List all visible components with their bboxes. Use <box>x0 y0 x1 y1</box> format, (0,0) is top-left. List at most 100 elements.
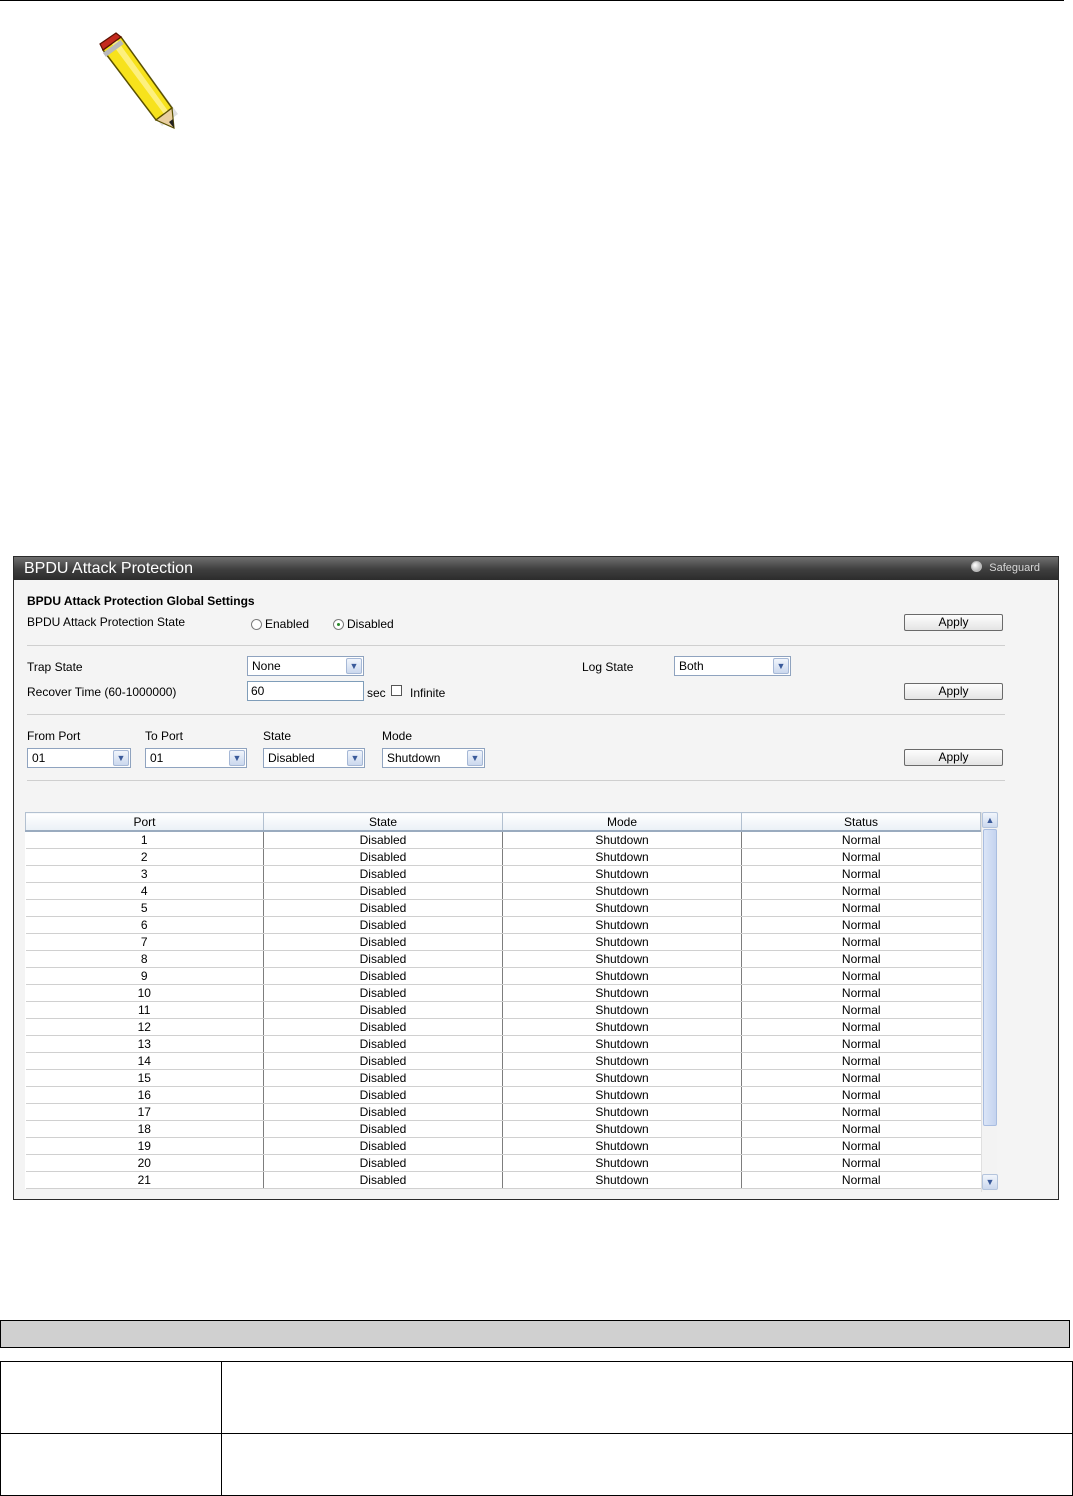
log-state-label: Log State <box>582 660 634 674</box>
table-row[interactable]: 16 Disabled Shutdown Normal <box>25 1086 981 1104</box>
cell-status: Normal <box>741 1120 981 1138</box>
cell-port: 7 <box>25 933 264 951</box>
top-rule <box>0 0 1064 1</box>
cell-mode: Shutdown <box>502 1001 742 1019</box>
table-row[interactable]: 3 Disabled Shutdown Normal <box>25 865 981 883</box>
parameter-description-table <box>0 1361 1073 1496</box>
cell-mode: Shutdown <box>502 984 742 1002</box>
table-row[interactable]: 11 Disabled Shutdown Normal <box>25 1001 981 1019</box>
cell-port: 10 <box>25 984 264 1002</box>
bpdu-attack-protection-window: BPDU Attack Protection Safeguard BPDU At… <box>13 556 1059 1200</box>
table-row[interactable]: 12 Disabled Shutdown Normal <box>25 1018 981 1036</box>
state-select[interactable]: Disabled ▼ <box>263 748 365 768</box>
to-port-select[interactable]: 01 ▼ <box>145 748 247 768</box>
cell-port: 15 <box>25 1069 264 1087</box>
cell-port: 14 <box>25 1052 264 1070</box>
safeguard-indicator[interactable]: Safeguard <box>971 557 1040 580</box>
chevron-down-icon[interactable]: ▼ <box>982 1174 998 1190</box>
table-row[interactable]: 2 Disabled Shutdown Normal <box>25 848 981 866</box>
cell-state: Disabled <box>263 916 503 934</box>
parameter-name-cell <box>0 1361 222 1434</box>
chevron-down-icon[interactable]: ▼ <box>229 750 245 766</box>
cell-status: Normal <box>741 967 981 985</box>
column-header-state[interactable]: State <box>263 812 503 832</box>
cell-state: Disabled <box>263 984 503 1002</box>
scrollbar-thumb[interactable] <box>983 829 997 1126</box>
disabled-radio[interactable]: Disabled <box>333 617 394 631</box>
from-port-select[interactable]: 01 ▼ <box>27 748 131 768</box>
cell-state: Disabled <box>263 1035 503 1053</box>
port-apply-button[interactable]: Apply <box>904 749 1003 766</box>
table-row[interactable]: 19 Disabled Shutdown Normal <box>25 1137 981 1155</box>
disabled-radio-button[interactable] <box>333 619 344 630</box>
column-header-mode[interactable]: Mode <box>502 812 742 832</box>
infinite-label: Infinite <box>410 686 446 700</box>
table-row[interactable]: 21 Disabled Shutdown Normal <box>25 1171 981 1189</box>
cell-status: Normal <box>741 984 981 1002</box>
table-row[interactable]: 17 Disabled Shutdown Normal <box>25 1103 981 1121</box>
cell-mode: Shutdown <box>502 899 742 917</box>
chevron-down-icon[interactable]: ▼ <box>347 750 363 766</box>
cell-port: 20 <box>25 1154 264 1172</box>
cell-mode: Shutdown <box>502 1052 742 1070</box>
chevron-down-icon[interactable]: ▼ <box>773 658 789 674</box>
log-state-select[interactable]: Both ▼ <box>674 656 791 676</box>
cell-status: Normal <box>741 933 981 951</box>
table-row[interactable]: 6 Disabled Shutdown Normal <box>25 916 981 934</box>
chevron-down-icon[interactable]: ▼ <box>113 750 129 766</box>
chevron-down-icon[interactable]: ▼ <box>467 750 483 766</box>
table-row[interactable]: 20 Disabled Shutdown Normal <box>25 1154 981 1172</box>
recover-time-input[interactable]: 60 <box>247 681 364 701</box>
cell-state: Disabled <box>263 1103 503 1121</box>
cell-status: Normal <box>741 882 981 900</box>
infinite-checkbox[interactable] <box>391 685 402 696</box>
cell-mode: Shutdown <box>502 1069 742 1087</box>
column-header-port[interactable]: Port <box>25 812 264 832</box>
chevron-up-icon[interactable]: ▲ <box>982 812 998 828</box>
enabled-radio-label: Enabled <box>265 617 310 631</box>
mode-label: Mode <box>382 729 413 743</box>
cell-mode: Shutdown <box>502 967 742 985</box>
cell-mode: Shutdown <box>502 831 742 849</box>
global-apply-button[interactable]: Apply <box>904 614 1003 631</box>
cell-mode: Shutdown <box>502 882 742 900</box>
trap-state-label: Trap State <box>27 660 83 674</box>
cell-state: Disabled <box>263 1120 503 1138</box>
table-row[interactable]: 1 Disabled Shutdown Normal <box>25 831 981 849</box>
table-row[interactable]: 8 Disabled Shutdown Normal <box>25 950 981 968</box>
trap-apply-button[interactable]: Apply <box>904 683 1003 700</box>
table-row[interactable]: 10 Disabled Shutdown Normal <box>25 984 981 1002</box>
table-scrollbar[interactable]: ▲ ▼ <box>981 812 998 1192</box>
table-row[interactable]: 15 Disabled Shutdown Normal <box>25 1069 981 1087</box>
table-row[interactable]: 13 Disabled Shutdown Normal <box>25 1035 981 1053</box>
sec-unit-label: sec <box>367 686 386 700</box>
cell-port: 3 <box>25 865 264 883</box>
cell-mode: Shutdown <box>502 1137 742 1155</box>
table-row[interactable]: 9 Disabled Shutdown Normal <box>25 967 981 985</box>
column-header-status[interactable]: Status <box>741 812 981 832</box>
cell-state: Disabled <box>263 831 503 849</box>
table-row[interactable]: 4 Disabled Shutdown Normal <box>25 882 981 900</box>
cell-state: Disabled <box>263 1137 503 1155</box>
table-row[interactable]: 18 Disabled Shutdown Normal <box>25 1120 981 1138</box>
cell-port: 6 <box>25 916 264 934</box>
table-row[interactable]: 5 Disabled Shutdown Normal <box>25 899 981 917</box>
parameter-table-header <box>0 1320 1070 1348</box>
table-header-row: Port State Mode Status <box>25 812 981 832</box>
parameter-description-cell <box>221 1433 1073 1496</box>
cell-port: 17 <box>25 1103 264 1121</box>
cell-port: 8 <box>25 950 264 968</box>
enabled-radio-button[interactable] <box>251 619 262 630</box>
trap-state-select[interactable]: None ▼ <box>247 656 364 676</box>
mode-select[interactable]: Shutdown ▼ <box>382 748 485 768</box>
table-row[interactable]: 7 Disabled Shutdown Normal <box>25 933 981 951</box>
cell-status: Normal <box>741 848 981 866</box>
cell-state: Disabled <box>263 1018 503 1036</box>
table-row[interactable]: 14 Disabled Shutdown Normal <box>25 1052 981 1070</box>
cell-port: 5 <box>25 899 264 917</box>
cell-port: 19 <box>25 1137 264 1155</box>
divider <box>27 714 1005 715</box>
cell-mode: Shutdown <box>502 916 742 934</box>
enabled-radio[interactable]: Enabled <box>251 617 309 631</box>
chevron-down-icon[interactable]: ▼ <box>346 658 362 674</box>
